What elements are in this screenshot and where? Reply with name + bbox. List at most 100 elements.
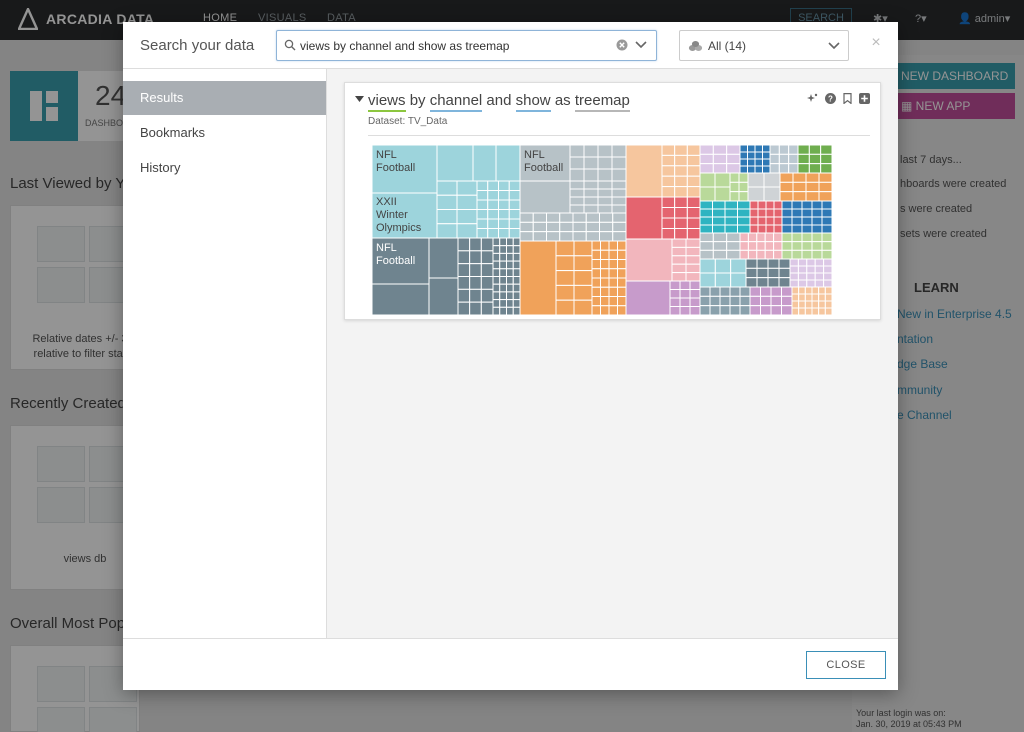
treemap-cell: [814, 279, 825, 288]
treemap-cell: [583, 196, 599, 206]
treemap-cell: [749, 208, 759, 218]
treemap-cell: [765, 200, 775, 210]
treemap-cell: [674, 196, 688, 208]
treemap-cell: [492, 237, 501, 247]
treemap-cell: [808, 153, 822, 165]
sidebar-item-bookmarks[interactable]: Bookmarks: [123, 116, 326, 150]
treemap-cell: [712, 224, 726, 234]
caret-down-icon[interactable]: [355, 96, 364, 102]
bookmark-icon[interactable]: [842, 93, 853, 104]
treemap-cell: [712, 216, 726, 226]
treemap-label: Winter: [376, 209, 408, 221]
treemap-cell: [555, 284, 575, 301]
treemap-cell: [714, 272, 732, 288]
treemap-cell: [791, 249, 803, 260]
treemap-cell: [469, 288, 482, 303]
treemap-cell: [821, 232, 832, 243]
treemap-cell: [689, 297, 701, 307]
treemap-cell: [763, 172, 781, 188]
treemap-cell: [737, 216, 751, 226]
treemap-cell: [738, 191, 749, 202]
treemap-cell: [436, 209, 458, 225]
treemap-cell: [788, 153, 799, 165]
dataset-filter-select[interactable]: All (14): [679, 30, 849, 61]
treemap-cell: [797, 258, 808, 267]
treemap-cell: [757, 224, 767, 234]
treemap-cell: [811, 300, 820, 309]
treemap-cell: [469, 250, 482, 265]
title-token: show: [515, 92, 551, 112]
treemap-cell: [572, 221, 587, 233]
close-button[interactable]: CLOSE: [806, 651, 886, 679]
treemap-cell: [781, 232, 793, 243]
treemap-cell: [709, 295, 721, 307]
treemap-label: NFL: [524, 149, 545, 161]
treemap-cell: [611, 204, 627, 214]
treemap-cell: [600, 286, 610, 297]
treemap-cell: [512, 252, 521, 262]
treemap-cell: [699, 200, 713, 210]
result-title[interactable]: views by channel and show as treemap: [368, 92, 630, 112]
treemap-cell: [469, 263, 482, 277]
treemap-cell: [714, 258, 732, 274]
treemap-cell: [512, 260, 521, 270]
treemap-cell: [456, 180, 478, 196]
treemap-cell: [814, 265, 825, 274]
sidebar-item-results[interactable]: Results: [123, 81, 326, 115]
treemap-cell: [572, 212, 587, 223]
treemap-cell: [617, 259, 627, 270]
treemap-cell: [499, 260, 507, 270]
treemap-cell: [499, 283, 507, 293]
treemap-cell: [824, 307, 832, 315]
treemap-cell: [699, 208, 713, 218]
treemap-cell: [625, 238, 673, 282]
treemap-cell: [781, 208, 793, 218]
treemap-cell: [569, 156, 585, 170]
treemap-cell: [811, 208, 823, 218]
treemap-cell: [591, 249, 601, 260]
sparkle-icon[interactable]: [807, 93, 818, 104]
treemap-cell: [617, 249, 627, 260]
treemap-cell: [569, 196, 585, 206]
treemap-cell: [512, 268, 521, 278]
treemap-cell: [585, 212, 600, 223]
treemap-cell: [760, 286, 772, 297]
treemap-cell: [519, 212, 534, 223]
treemap-cell: [773, 241, 783, 251]
search-box[interactable]: [276, 30, 657, 61]
treemap-cell: [767, 258, 780, 269]
treemap-cell: [823, 265, 832, 274]
treemap-cell: [798, 293, 806, 302]
treemap-cell: [781, 216, 793, 226]
treemap-cell: [512, 299, 521, 308]
treemap-cell: [762, 145, 771, 153]
treemap-cell: [597, 145, 613, 158]
treemap-cell: [372, 283, 430, 315]
treemap-label: NFL: [376, 149, 397, 161]
treemap-cell: [559, 231, 574, 242]
result-card[interactable]: views by channel and show as treemap Dat…: [344, 82, 881, 320]
treemap-cell: [821, 200, 832, 210]
sidebar-item-history[interactable]: History: [123, 151, 326, 185]
treemap-cell: [608, 296, 618, 307]
treemap-cell: [480, 237, 494, 252]
treemap-cell: [436, 145, 474, 182]
treemap-cell: [674, 217, 688, 229]
treemap-cell: [814, 272, 825, 281]
treemap-cell: [818, 307, 826, 315]
close-icon[interactable]: ×: [868, 34, 884, 52]
treemap-cell: [789, 258, 799, 267]
treemap-cell: [487, 228, 499, 239]
clear-icon[interactable]: [616, 39, 628, 51]
treemap-visual[interactable]: NFL Football XXII Winter Olympics NFL Footba…: [372, 145, 832, 315]
treemap-cell: [625, 196, 663, 240]
add-icon[interactable]: [859, 93, 870, 104]
treemap-cell: [492, 306, 501, 315]
help-icon[interactable]: ?: [825, 93, 836, 104]
search-input[interactable]: [300, 37, 600, 55]
treemap-cell: [686, 145, 701, 156]
treemap-cell: [591, 305, 601, 315]
treemap-cell: [756, 267, 769, 279]
chevron-down-icon[interactable]: [635, 41, 647, 49]
treemap-cell: [685, 246, 701, 257]
